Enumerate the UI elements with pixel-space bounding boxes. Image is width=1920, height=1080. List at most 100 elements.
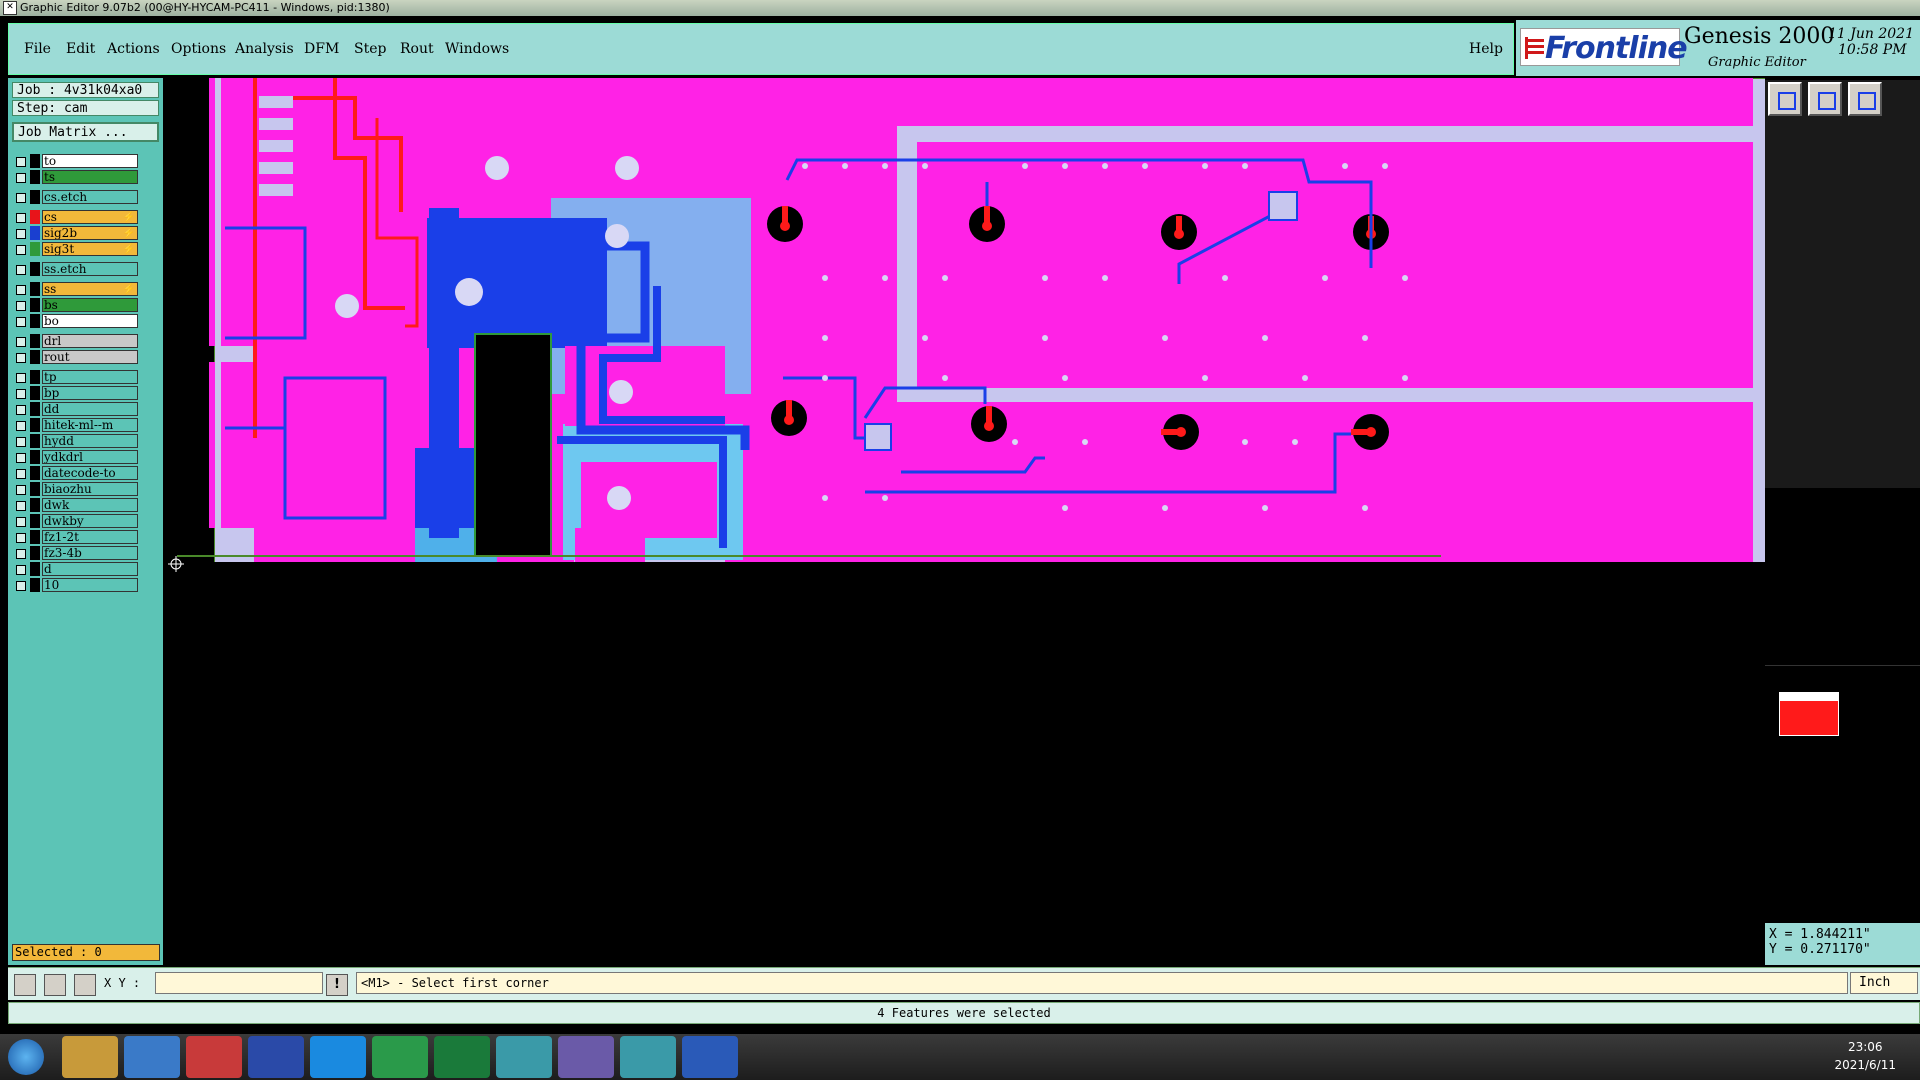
- zoom-out-tool-icon[interactable]: [1808, 82, 1842, 116]
- layer-name[interactable]: tp: [42, 370, 138, 384]
- layer-name[interactable]: 10: [42, 578, 138, 592]
- layer-row-cs.etch[interactable]: cs.etch: [12, 190, 139, 205]
- layer-checkbox[interactable]: [16, 405, 26, 415]
- layer-checkbox[interactable]: [16, 421, 26, 431]
- layer-color-swatch[interactable]: [30, 562, 40, 576]
- system-clock[interactable]: 23:06 2021/6/11: [1834, 1038, 1896, 1074]
- layer-checkbox[interactable]: [16, 469, 26, 479]
- layer-row-to[interactable]: to: [12, 154, 139, 169]
- layer-color-swatch[interactable]: [30, 262, 40, 276]
- zoom-in-tool-icon[interactable]: [1768, 82, 1802, 116]
- layer-row-rout[interactable]: rout: [12, 350, 139, 365]
- layer-name[interactable]: to: [42, 154, 138, 168]
- layer-name[interactable]: dwk: [42, 498, 138, 512]
- layer-color-swatch[interactable]: [30, 386, 40, 400]
- layer-row-hitek-ml--m[interactable]: hitek-ml--m: [12, 418, 139, 433]
- layer-name[interactable]: rout: [42, 350, 138, 364]
- layer-color-swatch[interactable]: [30, 226, 40, 240]
- layer-checkbox[interactable]: [16, 437, 26, 447]
- graphic-canvas[interactable]: [165, 78, 1765, 968]
- layer-checkbox[interactable]: [16, 265, 26, 275]
- layer-color-swatch[interactable]: [30, 546, 40, 560]
- layer-color-swatch[interactable]: [30, 210, 40, 224]
- taskbar-save-icon[interactable]: [248, 1036, 304, 1078]
- layer-row-bp[interactable]: bp: [12, 386, 139, 401]
- layer-checkbox[interactable]: [16, 157, 26, 167]
- layer-row-ts[interactable]: ts: [12, 170, 139, 185]
- layer-row-biaozhu[interactable]: biaozhu: [12, 482, 139, 497]
- taskbar-app-6-icon[interactable]: [372, 1036, 428, 1078]
- layer-name[interactable]: bp: [42, 386, 138, 400]
- layer-name[interactable]: dd: [42, 402, 138, 416]
- layer-color-swatch[interactable]: [30, 402, 40, 416]
- layer-name[interactable]: bs: [42, 298, 138, 312]
- layer-row-hydd[interactable]: hydd: [12, 434, 139, 449]
- layer-name[interactable]: fz1-2t: [42, 530, 138, 544]
- layer-name[interactable]: dwkby: [42, 514, 138, 528]
- taskbar-app-8-icon[interactable]: [496, 1036, 552, 1078]
- layer-color-swatch[interactable]: [30, 314, 40, 328]
- layer-color-swatch[interactable]: [30, 498, 40, 512]
- layer-checkbox[interactable]: [16, 517, 26, 527]
- menu-file[interactable]: File: [24, 41, 51, 57]
- layer-name[interactable]: ss.etch: [42, 262, 138, 276]
- taskbar-app-2-icon[interactable]: [124, 1036, 180, 1078]
- layer-checkbox[interactable]: [16, 245, 26, 255]
- layer-color-swatch[interactable]: [30, 282, 40, 296]
- layer-color-swatch[interactable]: [30, 434, 40, 448]
- layer-color-swatch[interactable]: [30, 370, 40, 384]
- layer-checkbox[interactable]: [16, 501, 26, 511]
- layer-row-sig3t[interactable]: sig3t ⚡: [12, 242, 139, 257]
- layer-name[interactable]: d: [42, 562, 138, 576]
- layer-row-drl[interactable]: drl: [12, 334, 139, 349]
- job-matrix-button[interactable]: Job Matrix ...: [12, 122, 159, 142]
- layer-name[interactable]: bo: [42, 314, 138, 328]
- unit-selector[interactable]: Inch: [1850, 972, 1918, 994]
- layer-color-swatch[interactable]: [30, 578, 40, 592]
- menu-step[interactable]: Step: [354, 41, 386, 57]
- layer-color-swatch[interactable]: [30, 298, 40, 312]
- menu-windows[interactable]: Windows: [445, 41, 509, 57]
- layer-checkbox[interactable]: [16, 485, 26, 495]
- layer-name[interactable]: cs.etch: [42, 190, 138, 204]
- layer-row-dwkby[interactable]: dwkby: [12, 514, 139, 529]
- layer-checkbox[interactable]: [16, 229, 26, 239]
- layer-checkbox[interactable]: [16, 213, 26, 223]
- menu-options[interactable]: Options: [171, 41, 226, 57]
- taskbar-word-icon[interactable]: [682, 1036, 738, 1078]
- layer-color-swatch[interactable]: [30, 482, 40, 496]
- layer-row-ss.etch[interactable]: ss.etch: [12, 262, 139, 277]
- cmd-tool-1-icon[interactable]: [14, 974, 36, 996]
- layer-row-tp[interactable]: tp: [12, 370, 139, 385]
- layer-color-swatch[interactable]: [30, 190, 40, 204]
- layer-checkbox[interactable]: [16, 193, 26, 203]
- home-tool-icon[interactable]: [1848, 82, 1882, 116]
- layer-row-ydkdrl[interactable]: ydkdrl: [12, 450, 139, 465]
- layer-checkbox[interactable]: [16, 301, 26, 311]
- layer-checkbox[interactable]: [16, 353, 26, 363]
- cmd-tool-2-icon[interactable]: [44, 974, 66, 996]
- layer-row-fz3-4b[interactable]: fz3-4b: [12, 546, 139, 561]
- layer-name[interactable]: sig3t ⚡: [42, 242, 138, 256]
- layer-row-d[interactable]: d: [12, 562, 139, 577]
- layer-checkbox[interactable]: [16, 173, 26, 183]
- overview-viewport[interactable]: [1779, 692, 1839, 736]
- menu-help[interactable]: Help: [1469, 41, 1503, 57]
- layer-row-bo[interactable]: bo: [12, 314, 139, 329]
- layer-checkbox[interactable]: [16, 285, 26, 295]
- menu-dfm[interactable]: DFM: [304, 41, 339, 57]
- layer-row-datecode-to[interactable]: datecode-to: [12, 466, 139, 481]
- menu-actions[interactable]: Actions: [107, 41, 160, 57]
- grid-icon[interactable]: [74, 974, 96, 996]
- layer-row-fz1-2t[interactable]: fz1-2t: [12, 530, 139, 545]
- layer-name[interactable]: biaozhu: [42, 482, 138, 496]
- overview-panel[interactable]: [1765, 665, 1920, 921]
- layer-checkbox[interactable]: [16, 549, 26, 559]
- layer-name[interactable]: datecode-to: [42, 466, 138, 480]
- layer-color-swatch[interactable]: [30, 170, 40, 184]
- layer-row-dd[interactable]: dd: [12, 402, 139, 417]
- layer-name[interactable]: sig2b ⚡: [42, 226, 138, 240]
- layer-color-swatch[interactable]: [30, 334, 40, 348]
- layer-row-bs[interactable]: bs: [12, 298, 139, 313]
- layer-name[interactable]: fz3-4b: [42, 546, 138, 560]
